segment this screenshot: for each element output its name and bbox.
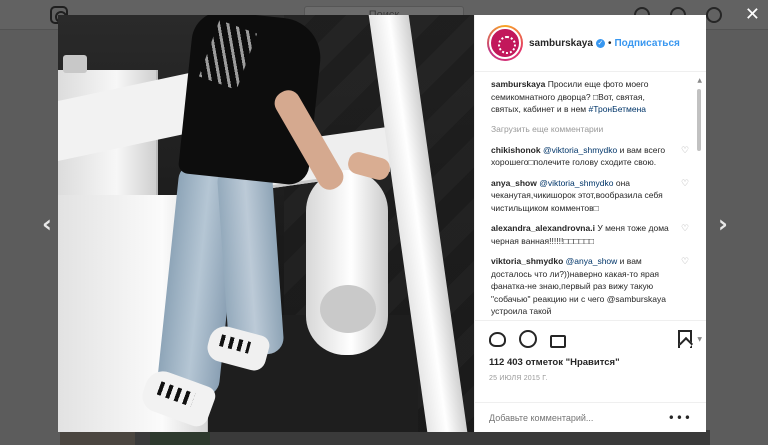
load-more-comments-button[interactable]: Загрузить еще комментарии — [491, 124, 694, 134]
comment-mention[interactable]: @anya_show — [566, 256, 618, 266]
post-header: samburskaya ✓ • Подписаться — [475, 15, 706, 72]
photo-faucet — [63, 55, 87, 73]
action-row — [489, 327, 692, 351]
comment-item: chikishonok @viktoria_shmydko и вам всег… — [491, 144, 694, 169]
post-username[interactable]: samburskaya — [529, 38, 593, 49]
comment-item: alexandra_alexandrovna.i У меня тоже дом… — [491, 222, 694, 247]
comment-like-heart-icon[interactable]: ♡ — [681, 225, 690, 234]
more-options-icon[interactable]: ••• — [668, 411, 692, 425]
comment-username[interactable]: chikishonok — [491, 145, 541, 155]
avatar — [489, 27, 521, 59]
comments-list: samburskaya Просили еще фото моего семик… — [475, 72, 706, 320]
close-icon[interactable]: ✕ — [745, 4, 760, 25]
background-thumbnail — [60, 432, 135, 445]
comment-bubble-icon[interactable] — [519, 330, 537, 348]
comment-like-heart-icon[interactable]: ♡ — [681, 179, 690, 188]
post-date: 25 ИЮЛЯ 2015 Г. — [489, 375, 548, 382]
post-modal: samburskaya ✓ • Подписаться samburskaya … — [58, 15, 706, 432]
comment-username[interactable]: anya_show — [491, 178, 537, 188]
comment-username[interactable]: viktoria_shmydko — [491, 256, 563, 266]
profile-icon — [706, 7, 722, 23]
comment-item: viktoria_shmydko @anya_show и вам достал… — [491, 255, 694, 318]
comment-mention[interactable]: @viktoria_shmydko — [539, 178, 613, 188]
background-thumbnail — [150, 432, 210, 445]
comment-mention[interactable]: @viktoria_shmydko — [543, 145, 617, 155]
comment-username[interactable]: alexandra_alexandrovna.i — [491, 223, 595, 233]
like-heart-icon[interactable] — [489, 331, 506, 347]
post-actions: 112 403 отметок "Нравится" 25 ИЮЛЯ 2015 … — [475, 320, 706, 402]
comments-scrollbar[interactable]: ▲ ▼ — [696, 77, 702, 343]
caption-hashtag[interactable]: #ТронБетмена — [589, 104, 647, 114]
scroll-up-arrow-icon[interactable]: ▲ — [697, 77, 702, 84]
follow-button[interactable]: Подписаться — [614, 38, 679, 49]
add-comment-bar: ••• — [475, 402, 706, 432]
separator-dot: • — [607, 37, 612, 49]
add-comment-input[interactable] — [489, 412, 668, 423]
caption-username[interactable]: samburskaya — [491, 79, 545, 89]
caption: samburskaya Просили еще фото моего семик… — [491, 78, 694, 116]
verified-badge-icon: ✓ — [595, 38, 605, 48]
avatar-ring[interactable] — [487, 25, 523, 61]
comment-like-heart-icon[interactable]: ♡ — [681, 146, 690, 155]
previous-post-arrow-icon[interactable]: ‹ — [42, 210, 52, 238]
next-post-arrow-icon[interactable]: › — [718, 210, 728, 238]
comment-item: anya_show @viktoria_shmydko она чеканута… — [491, 177, 694, 215]
post-photo[interactable] — [58, 15, 474, 432]
post-sidebar: samburskaya ✓ • Подписаться samburskaya … — [474, 15, 706, 432]
bookmark-icon[interactable] — [678, 330, 692, 348]
scrollbar-thumb[interactable] — [697, 89, 701, 151]
photo-urinal-bowl — [320, 285, 376, 333]
share-icon[interactable] — [550, 334, 566, 348]
scroll-down-arrow-icon[interactable]: ▼ — [697, 336, 702, 343]
comment-like-heart-icon[interactable]: ♡ — [681, 258, 690, 267]
likes-count[interactable]: 112 403 отметок "Нравится" — [489, 357, 692, 368]
